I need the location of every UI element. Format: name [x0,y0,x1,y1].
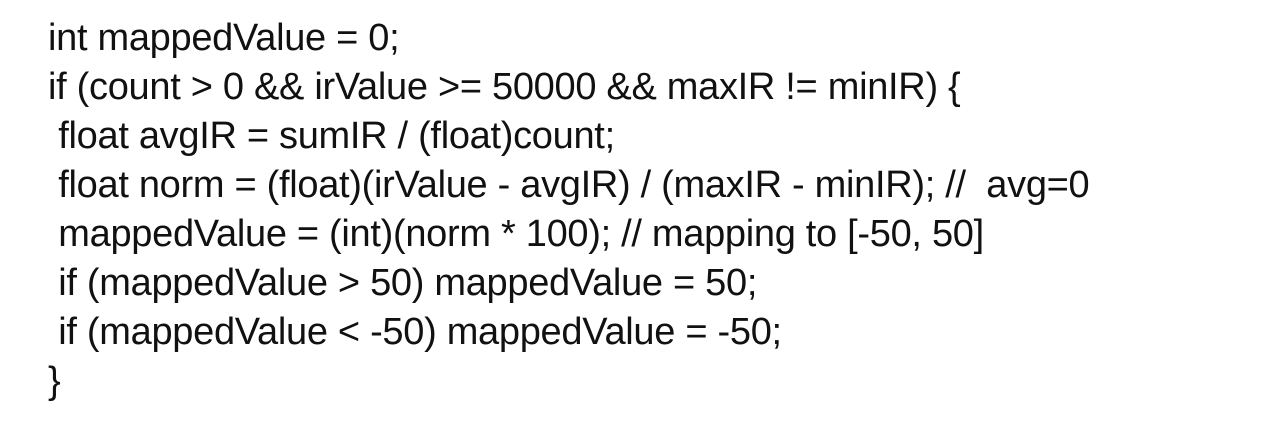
code-line: if (mappedValue > 50) mappedValue = 50; [48,262,758,304]
code-line: float norm = (float)(irValue - avgIR) / … [48,164,1090,206]
code-line: if (count > 0 && irValue >= 50000 && max… [48,66,961,108]
code-line: } [48,360,61,402]
code-line: float avgIR = sumIR / (float)count; [48,115,615,157]
code-line: if (mappedValue < -50) mappedValue = -50… [48,311,782,353]
code-line: int mappedValue = 0; [48,17,400,59]
code-line: mappedValue = (int)(norm * 100); // mapp… [48,213,984,255]
code-snippet: int mappedValue = 0; if (count > 0 && ir… [48,14,1282,406]
